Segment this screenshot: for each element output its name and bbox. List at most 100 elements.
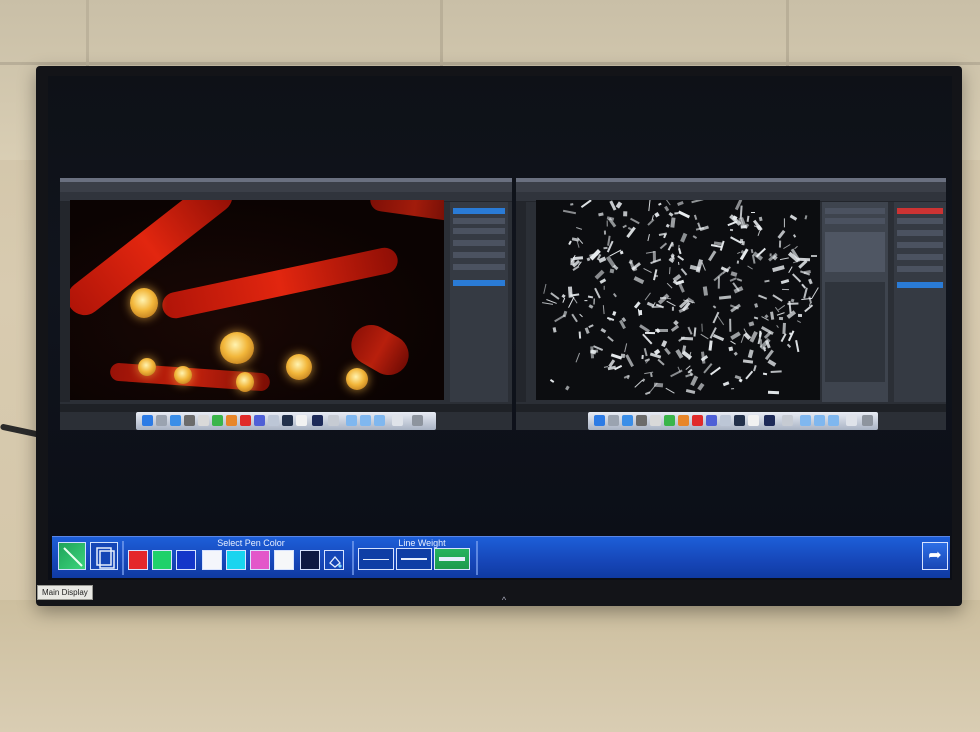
ceiling-grid-line — [0, 62, 980, 65]
shard — [787, 266, 793, 273]
shard — [630, 217, 640, 224]
color-swatch-white-2[interactable] — [274, 550, 294, 570]
shard — [794, 246, 799, 250]
shard — [764, 279, 770, 284]
shard — [634, 275, 645, 284]
lantern — [346, 368, 368, 390]
safari-icon[interactable] — [622, 415, 633, 426]
shard — [762, 346, 767, 350]
shard — [768, 390, 779, 394]
folder-icon[interactable] — [360, 415, 371, 426]
shard — [593, 298, 595, 305]
folder-icon[interactable] — [828, 415, 839, 426]
app-icon[interactable] — [706, 415, 717, 426]
line-weight-label: Line Weight — [398, 538, 446, 548]
app-icon[interactable] — [720, 415, 731, 426]
shard — [712, 334, 725, 342]
color-swatch-green[interactable] — [152, 550, 172, 570]
shard — [748, 321, 754, 327]
safari-icon[interactable] — [170, 415, 181, 426]
app-icon[interactable] — [156, 415, 167, 426]
shard — [584, 327, 591, 335]
app-icon[interactable] — [392, 415, 403, 426]
shard — [583, 300, 588, 302]
chrome-icon[interactable] — [664, 415, 675, 426]
app-icon[interactable] — [296, 415, 307, 426]
shard — [588, 295, 594, 299]
red-ribbon — [159, 245, 401, 321]
firefox-icon[interactable] — [226, 415, 237, 426]
app-icon[interactable] — [268, 415, 279, 426]
firefox-icon[interactable] — [678, 415, 689, 426]
color-swatch-blue[interactable] — [176, 550, 196, 570]
folder-icon[interactable] — [814, 415, 825, 426]
shard — [587, 324, 594, 329]
line-weight-thin[interactable] — [358, 548, 394, 570]
app-icon[interactable] — [782, 415, 793, 426]
shard — [638, 309, 643, 315]
shard — [565, 385, 570, 391]
color-swatch-white[interactable] — [202, 550, 222, 570]
color-swatch-red[interactable] — [128, 550, 148, 570]
app-icon[interactable] — [650, 415, 661, 426]
shard — [554, 314, 566, 323]
shard — [571, 313, 579, 323]
shard — [612, 311, 617, 317]
shard — [757, 294, 767, 300]
folder-icon[interactable] — [346, 415, 357, 426]
shard — [686, 389, 697, 395]
trash-icon[interactable] — [862, 415, 873, 426]
shard — [744, 370, 753, 380]
photoshop-icon[interactable] — [764, 415, 775, 426]
line-weight-thick[interactable] — [434, 548, 470, 570]
shard — [606, 335, 614, 342]
line-weight-medium[interactable] — [396, 548, 432, 570]
shard — [606, 255, 617, 268]
shard — [653, 212, 660, 218]
app-icon[interactable] — [254, 415, 265, 426]
shard — [780, 278, 789, 284]
app-icon[interactable] — [692, 415, 703, 426]
folder-icon[interactable] — [374, 415, 385, 426]
shard — [666, 297, 671, 300]
color-swatch-cyan[interactable] — [226, 550, 246, 570]
app-icon[interactable] — [846, 415, 857, 426]
app-icon[interactable] — [636, 415, 647, 426]
shard — [735, 374, 743, 380]
side-panel — [894, 202, 946, 402]
shard — [595, 270, 605, 280]
app-icon[interactable] — [608, 415, 619, 426]
shard — [729, 229, 733, 232]
eraser-tool-button[interactable] — [90, 542, 118, 570]
pen-tool-button[interactable] — [58, 542, 86, 570]
finder-icon[interactable] — [594, 415, 605, 426]
shard — [543, 284, 547, 294]
shard — [702, 286, 709, 296]
menu-bar — [516, 182, 946, 192]
finder-icon[interactable] — [142, 415, 153, 426]
shard — [798, 260, 808, 269]
chrome-icon[interactable] — [212, 415, 223, 426]
app-icon[interactable] — [184, 415, 195, 426]
terminal-icon[interactable] — [282, 415, 293, 426]
color-swatch-black[interactable] — [300, 550, 320, 570]
color-picker-button[interactable] — [324, 550, 344, 570]
shard — [811, 286, 819, 298]
shard — [789, 214, 797, 221]
lantern — [130, 288, 158, 318]
lantern — [174, 366, 192, 384]
folder-icon[interactable] — [800, 415, 811, 426]
return-button[interactable]: ➦ — [922, 542, 948, 570]
shard — [769, 252, 772, 257]
shard — [772, 294, 784, 302]
terminal-icon[interactable] — [734, 415, 745, 426]
shard — [729, 346, 734, 352]
shard — [676, 201, 684, 207]
app-icon[interactable] — [240, 415, 251, 426]
app-icon[interactable] — [198, 415, 209, 426]
trash-icon[interactable] — [412, 415, 423, 426]
photoshop-icon[interactable] — [312, 415, 323, 426]
app-icon[interactable] — [328, 415, 339, 426]
color-swatch-magenta[interactable] — [250, 550, 270, 570]
app-icon[interactable] — [748, 415, 759, 426]
